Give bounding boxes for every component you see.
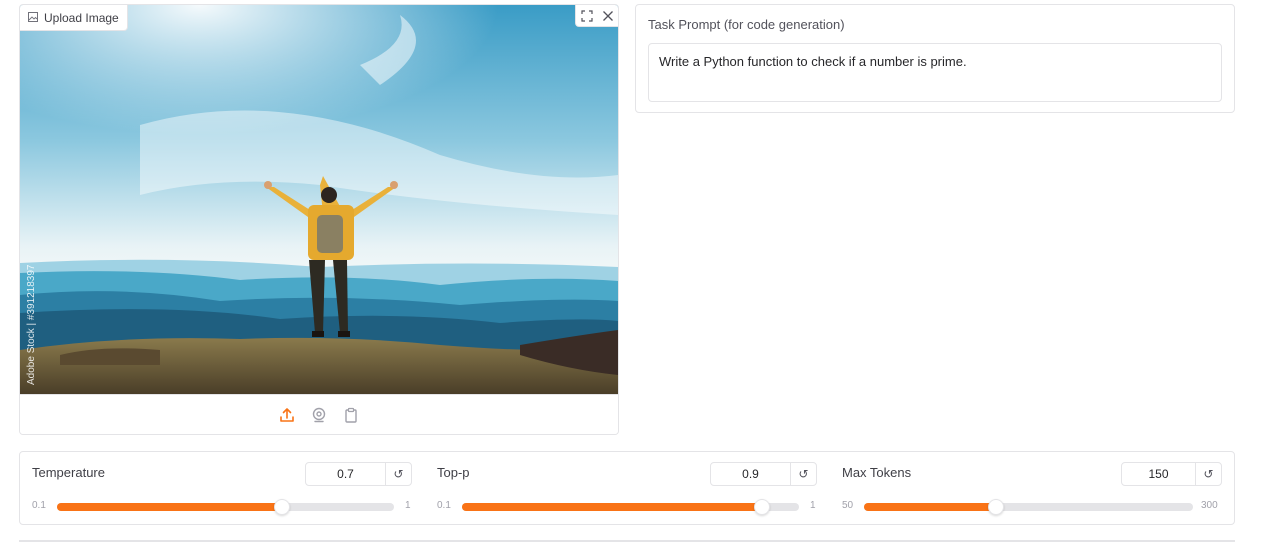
image-input-panel: Upload Image Adobe Stock | #391218397 [19,4,619,435]
image-input-label: Upload Image [20,5,128,31]
top-p-max: 1 [810,500,816,511]
temperature-slider-group: Temperature 0.7 ↺ 0.1 1 [20,452,425,524]
top-p-fill [462,503,762,511]
clipboard-icon[interactable] [340,404,362,426]
top-p-label: Top-p [437,465,470,480]
reset-icon[interactable]: ↺ [1196,463,1221,485]
top-p-min: 0.1 [437,500,451,511]
temperature-fill [57,503,282,511]
temperature-max: 1 [405,500,411,511]
top-p-number-field: 0.9 ↺ [710,462,817,486]
top-p-input[interactable]: 0.9 [711,463,791,485]
watermark-text: Adobe Stock | #391218397 [26,264,37,385]
image-source-bar [20,394,618,434]
temperature-label: Temperature [32,465,105,480]
webcam-icon[interactable] [308,404,330,426]
image-toolbar [575,5,618,27]
close-icon[interactable] [597,5,618,26]
temperature-track[interactable] [57,499,394,515]
image-icon [28,11,38,25]
max-tokens-number-field: 150 ↺ [1121,462,1222,486]
top-p-slider-group: Top-p 0.9 ↺ 0.1 1 [425,452,830,524]
task-prompt-panel: Task Prompt (for code generation) Write … [635,4,1235,113]
max-tokens-fill [864,503,996,511]
max-tokens-slider-group: Max Tokens 150 ↺ 50 300 [830,452,1235,524]
divider [19,540,1235,542]
temperature-thumb[interactable] [273,499,290,515]
uploaded-photo: Adobe Stock | #391218397 [20,5,618,394]
temperature-input[interactable]: 0.7 [306,463,386,485]
max-tokens-thumb[interactable] [987,499,1004,515]
max-tokens-max: 300 [1201,500,1218,511]
upload-icon[interactable] [276,404,298,426]
task-prompt-input[interactable]: Write a Python function to check if a nu… [648,43,1222,102]
max-tokens-label: Max Tokens [842,465,912,480]
max-tokens-track[interactable] [864,499,1193,515]
fullscreen-icon[interactable] [576,5,597,26]
max-tokens-input[interactable]: 150 [1122,463,1196,485]
temperature-min: 0.1 [32,500,46,511]
temperature-number-field: 0.7 ↺ [305,462,412,486]
top-p-track[interactable] [462,499,799,515]
image-input-label-text: Upload Image [44,10,119,25]
sliders-panel: Temperature 0.7 ↺ 0.1 1 Top-p 0.9 ↺ 0.1 … [19,451,1235,525]
reset-icon[interactable]: ↺ [791,463,816,485]
task-prompt-label: Task Prompt (for code generation) [648,17,845,32]
reset-icon[interactable]: ↺ [386,463,411,485]
top-p-thumb[interactable] [753,499,770,515]
max-tokens-min: 50 [842,500,854,511]
